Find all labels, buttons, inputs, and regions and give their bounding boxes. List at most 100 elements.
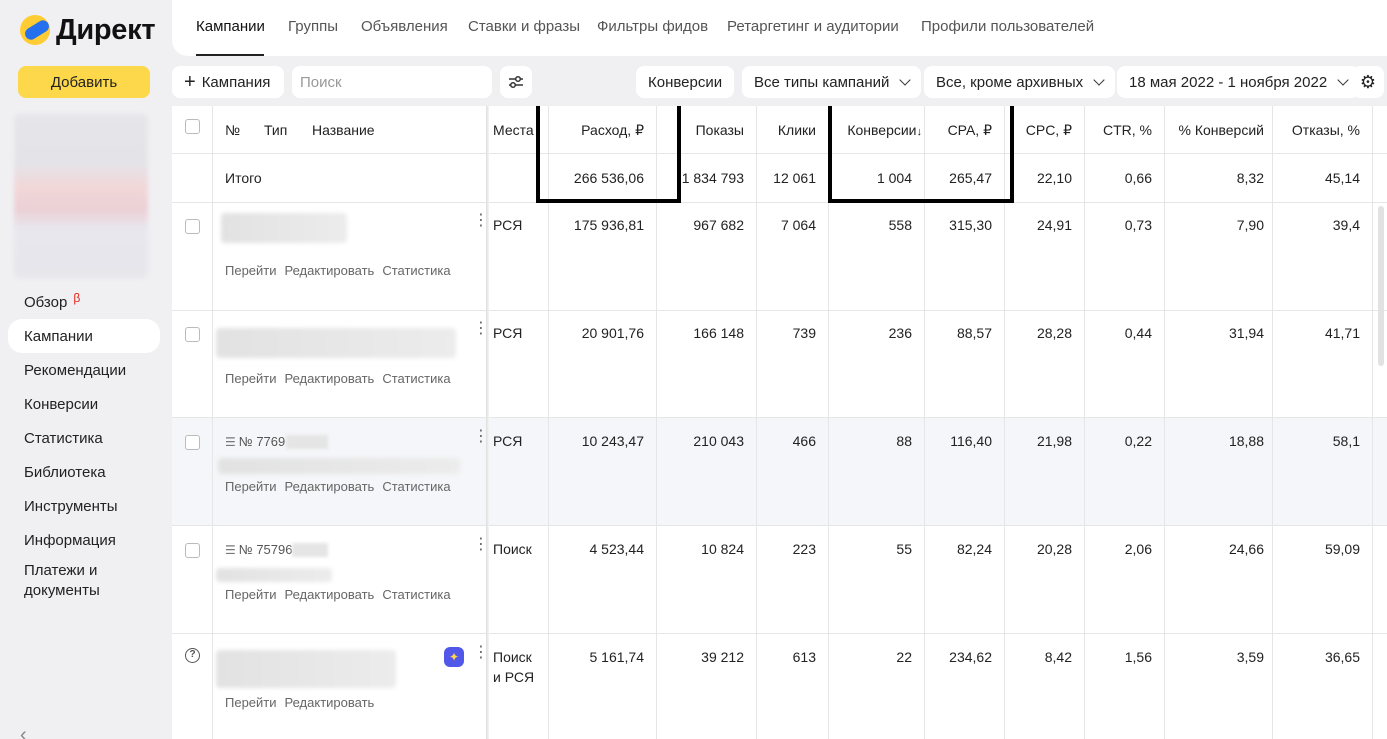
header-conv-rate[interactable]: % Конверсий — [1164, 122, 1264, 138]
go-link[interactable]: Перейти — [225, 479, 277, 494]
collapse-sidebar-icon[interactable]: ‹ — [20, 724, 27, 739]
header-ctr[interactable]: CTR, % — [1084, 122, 1152, 138]
row-conversions: 558 — [888, 217, 912, 233]
edit-link[interactable]: Редактировать — [285, 695, 375, 710]
row-links: Перейти Редактировать Статистика — [225, 371, 459, 386]
row-cpc: 8,42 — [1044, 649, 1072, 665]
sidebar-item-recommendations[interactable]: Рекомендации — [8, 353, 160, 387]
sidebar-item-payments[interactable]: Платежи и документы — [8, 557, 160, 605]
tab-ads[interactable]: Объявления — [361, 18, 448, 35]
more-icon[interactable]: ⋮ — [473, 321, 489, 337]
row-spend: 4 523,44 — [589, 541, 645, 557]
highlight-box-spend — [536, 106, 681, 203]
stats-link[interactable]: Статистика — [382, 263, 450, 278]
sidebar-item-conversions[interactable]: Конверсии — [8, 387, 160, 421]
column-divider — [1372, 106, 1373, 739]
sidebar-item-label: Рекомендации — [24, 361, 127, 379]
tab-groups[interactable]: Группы — [288, 18, 338, 35]
sidebar-item-information[interactable]: Информация — [8, 523, 160, 557]
stats-link[interactable]: Статистика — [382, 479, 450, 494]
row-clicks: 466 — [792, 433, 816, 449]
go-link[interactable]: Перейти — [225, 695, 277, 710]
campaign-name-blurred[interactable] — [216, 328, 456, 358]
row-checkbox[interactable] — [185, 219, 200, 234]
row-conv-rate: 24,66 — [1228, 541, 1264, 557]
campaign-name-blurred[interactable] — [221, 213, 347, 243]
date-range-select[interactable]: 18 мая 2022 - 1 ноября 2022 — [1117, 66, 1360, 98]
tab-retargeting[interactable]: Ретаргетинг и аудитории — [727, 18, 899, 35]
edit-link[interactable]: Редактировать — [285, 371, 375, 386]
go-link[interactable]: Перейти — [225, 371, 277, 386]
tab-user-profiles[interactable]: Профили пользователей — [921, 18, 1094, 35]
go-link[interactable]: Перейти — [225, 587, 277, 602]
help-icon[interactable]: ? — [185, 648, 200, 663]
row-checkbox[interactable] — [185, 327, 200, 342]
tab-bids[interactable]: Ставки и фразы — [468, 18, 580, 35]
conversions-button[interactable]: Конверсии — [636, 66, 735, 98]
filter-settings-button[interactable] — [500, 66, 532, 98]
total-clicks: 12 061 — [773, 170, 816, 186]
search-input[interactable] — [292, 66, 492, 98]
add-campaign-button[interactable]: + Кампания — [172, 66, 284, 98]
campaign-id: ☰ № 75796 — [225, 542, 292, 557]
row-ctr: 0,73 — [1124, 217, 1152, 233]
more-icon[interactable]: ⋮ — [473, 537, 489, 553]
header-places[interactable]: Места — [493, 122, 534, 138]
vertical-scrollbar[interactable] — [1378, 206, 1384, 366]
add-button[interactable]: Добавить — [18, 66, 150, 98]
tab-campaigns[interactable]: Кампании — [196, 18, 265, 35]
add-campaign-label: Кампания — [201, 73, 271, 91]
row-cpa: 116,40 — [950, 433, 992, 449]
row-impressions: 967 682 — [693, 217, 744, 233]
campaign-id: ☰ № 7769 — [225, 434, 285, 449]
header-cpc[interactable]: CPC, ₽ — [1004, 122, 1072, 139]
logo[interactable]: Директ — [20, 14, 156, 46]
campaign-name-blurred[interactable] — [218, 458, 460, 474]
account-info-blurred[interactable] — [14, 114, 148, 278]
campaign-types-select[interactable]: Все типы кампаний — [742, 66, 922, 98]
sidebar-item-statistics[interactable]: Статистика — [8, 421, 160, 455]
row-cpc: 21,98 — [1036, 433, 1072, 449]
stats-link[interactable]: Статистика — [382, 371, 450, 386]
edit-link[interactable]: Редактировать — [285, 263, 375, 278]
edit-link[interactable]: Редактировать — [285, 587, 375, 602]
go-link[interactable]: Перейти — [225, 263, 277, 278]
sidebar-item-tools[interactable]: Инструменты — [8, 489, 160, 523]
row-cpa: 82,24 — [956, 541, 992, 557]
sidebar-item-label: Информация — [24, 531, 116, 549]
more-icon[interactable]: ⋮ — [473, 429, 489, 445]
archive-filter-value: Все, кроме архивных — [936, 73, 1084, 91]
row-impressions: 166 148 — [693, 325, 744, 341]
date-range-value: 18 мая 2022 - 1 ноября 2022 — [1129, 73, 1328, 91]
row-checkbox[interactable] — [185, 435, 200, 450]
row-cpa: 315,30 — [949, 217, 992, 233]
id-blurred — [286, 435, 328, 449]
sidebar-item-library[interactable]: Библиотека — [8, 455, 160, 489]
stats-link[interactable]: Статистика — [382, 587, 450, 602]
sidebar-item-overview[interactable]: Обзор β — [8, 285, 160, 319]
tab-feed-filters[interactable]: Фильтры фидов — [597, 18, 708, 35]
select-all-checkbox[interactable] — [185, 119, 200, 134]
header-type[interactable]: Тип — [264, 122, 287, 138]
more-icon[interactable]: ⋮ — [473, 213, 489, 229]
edit-link[interactable]: Редактировать — [285, 479, 375, 494]
campaign-name-blurred[interactable] — [216, 650, 396, 688]
row-places: Поиск — [493, 649, 532, 665]
header-clicks[interactable]: Клики — [756, 122, 816, 138]
sparkle-icon[interactable]: ✦ — [444, 647, 464, 667]
header-name[interactable]: Название — [312, 122, 375, 138]
sidebar: Директ Добавить Обзор β Кампании Рекоменд… — [0, 0, 172, 739]
more-icon[interactable]: ⋮ — [473, 645, 489, 661]
settings-button[interactable]: ⚙ — [1352, 66, 1384, 98]
sidebar-item-label: Инструменты — [24, 497, 118, 515]
row-impressions: 10 824 — [701, 541, 744, 557]
conversions-label: Конверсии — [648, 73, 723, 91]
campaign-name-blurred[interactable] — [216, 568, 332, 582]
sidebar-item-campaigns[interactable]: Кампании — [8, 319, 160, 353]
row-checkbox[interactable] — [185, 543, 200, 558]
header-bounces[interactable]: Отказы, % — [1272, 122, 1360, 138]
header-num[interactable]: № — [225, 122, 240, 138]
archive-filter-select[interactable]: Все, кроме архивных — [924, 66, 1116, 98]
total-conv-rate: 8,32 — [1236, 170, 1264, 186]
row-links: Перейти Редактировать — [225, 695, 382, 710]
